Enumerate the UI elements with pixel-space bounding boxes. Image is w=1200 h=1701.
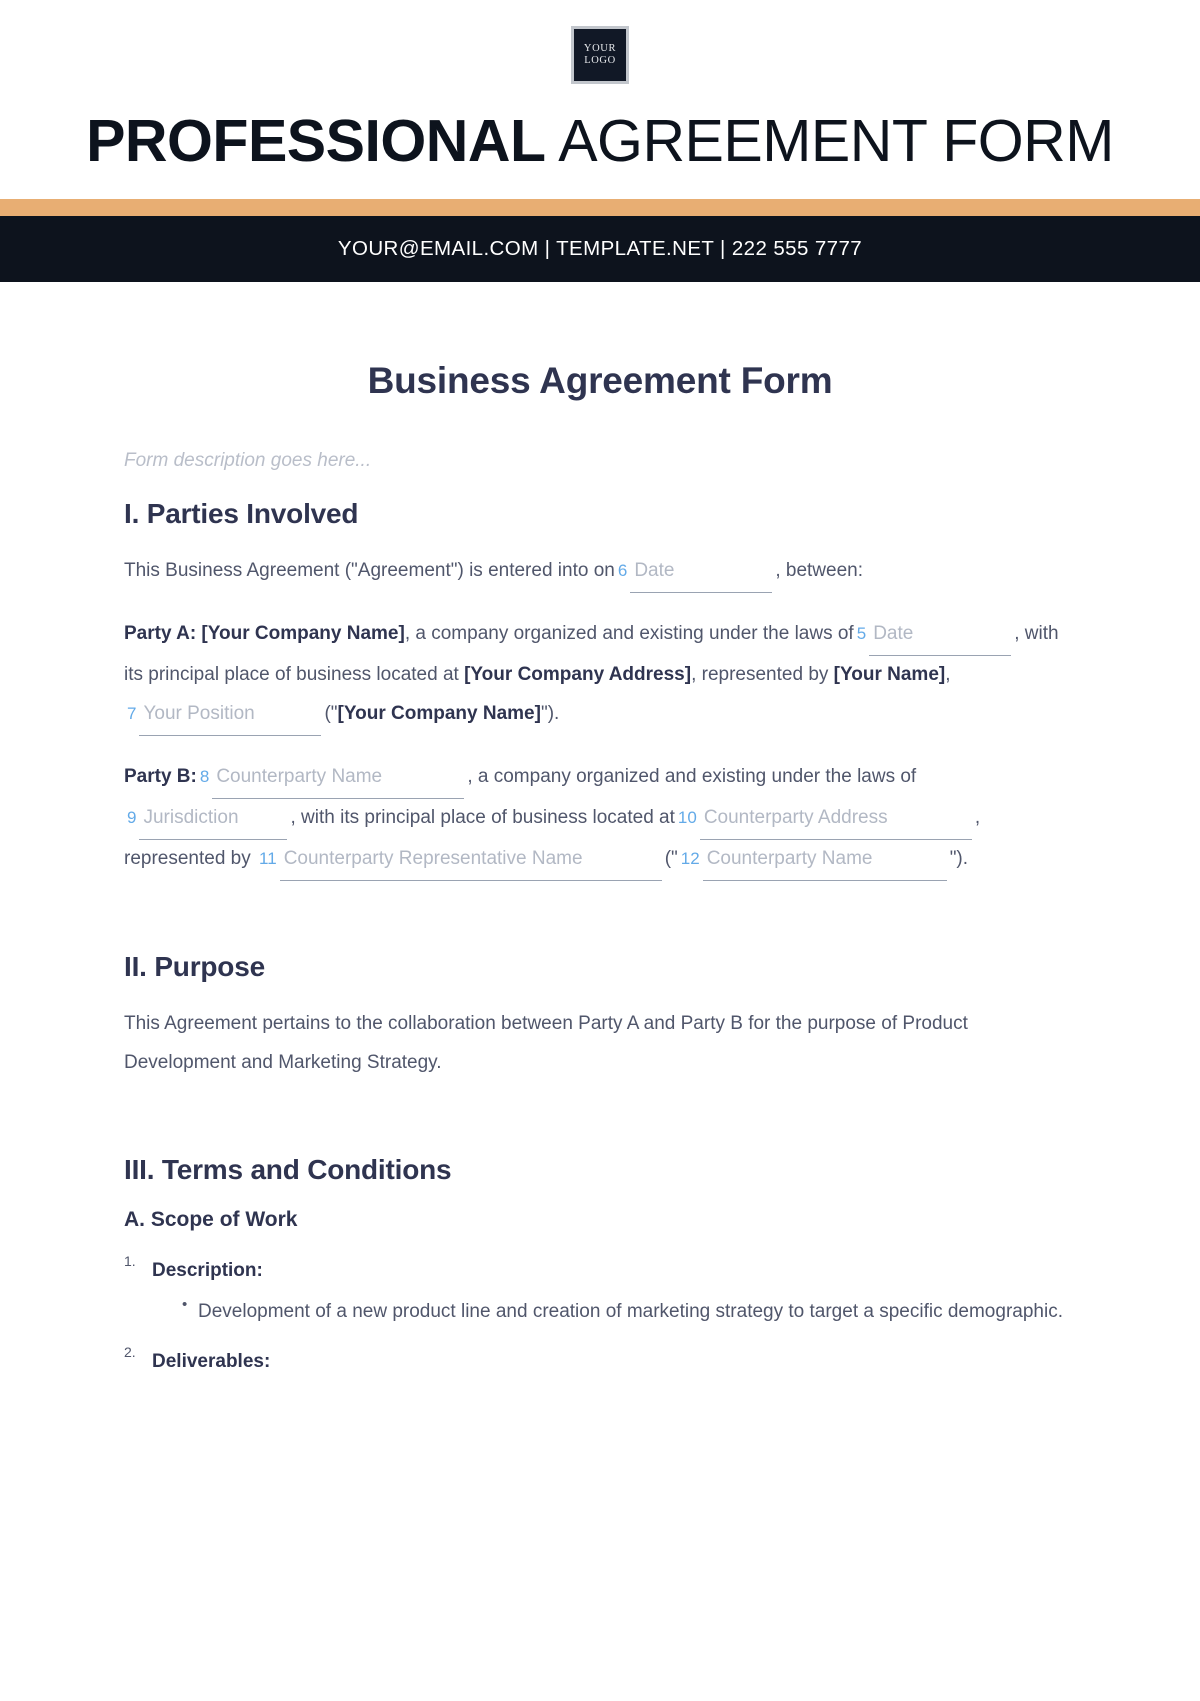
field-input-jurisdiction-9[interactable]: Jurisdiction [139, 799, 288, 840]
field-input-counterparty-address-10[interactable]: Counterparty Address [699, 799, 972, 840]
logo-text-line-1: YOUR [583, 42, 617, 54]
party-b-label: Party B: [124, 765, 197, 787]
accent-divider-bar [0, 199, 1200, 216]
scope-of-work-list: 1. Description: Development of a new pro… [124, 1252, 1076, 1380]
your-logo-placeholder[interactable]: YOUR LOGO [571, 26, 629, 84]
field-number-8: 8 [199, 766, 210, 786]
logo-text-line-2: LOGO [584, 55, 616, 66]
parties-intro-text-before: This Business Agreement ("Agreement") is… [124, 560, 615, 581]
field-number-7: 7 [127, 703, 137, 723]
list-item: 1. Description: Development of a new pro… [124, 1252, 1076, 1331]
document-body: Business Agreement Form Form description… [0, 360, 1200, 1421]
brand-title: PROFESSIONAL AGREEMENT FORM [0, 112, 1200, 171]
list-item-label: Description: [152, 1260, 263, 1282]
field-counterparty-representative-name-11[interactable]: 11 Counterparty Representative Name [259, 840, 662, 881]
field-input-date-5[interactable]: Date [869, 615, 1012, 656]
field-date-6[interactable]: 6 Date [617, 552, 773, 593]
party-a-label: Party A: [Your Company Name] [124, 622, 405, 644]
brand-title-regular: AGREEMENT FORM [545, 108, 1114, 174]
party-a-your-name: [Your Name] [833, 663, 946, 685]
field-input-counterparty-representative-name-11[interactable]: Counterparty Representative Name [279, 840, 662, 881]
field-counterparty-address-10[interactable]: 10 Counterparty Address [678, 799, 972, 840]
party-b-text-4: (" [664, 847, 678, 869]
party-a-text-1: , a company organized and existing under… [404, 622, 854, 644]
list-item-marker: 1. [124, 1253, 136, 1270]
party-b-text-5: "). [949, 847, 969, 869]
letterhead: YOUR LOGO PROFESSIONAL AGREEMENT FORM YO… [0, 0, 1200, 282]
party-b-text-1: , a company organized and existing under… [467, 765, 917, 787]
field-jurisdiction-9[interactable]: 9 Jurisdiction [127, 799, 288, 840]
party-b-text-2: , with its principal place of business l… [290, 806, 675, 828]
party-a-text-4: , [945, 663, 951, 685]
party-a-text-5: (" [324, 702, 338, 724]
field-input-counterparty-name-12[interactable]: Counterparty Name [702, 840, 947, 881]
list-item-label: Deliverables: [152, 1351, 271, 1373]
field-number-9: 9 [127, 807, 137, 827]
field-date-5[interactable]: 5 Date [856, 615, 1012, 656]
field-input-date-6[interactable]: Date [630, 552, 773, 593]
parties-intro-text-after: , between: [775, 560, 863, 581]
field-number-10: 10 [677, 807, 697, 827]
section-heading-terms-and-conditions: III. Terms and Conditions [124, 1154, 452, 1186]
field-number-6: 6 [617, 561, 628, 580]
form-description: Form description goes here... [124, 450, 372, 471]
field-number-5: 5 [856, 623, 867, 643]
party-a-text-3: , represented by [691, 663, 829, 685]
field-input-your-position-7[interactable]: Your Position [139, 695, 322, 736]
subsection-heading-scope-of-work: A. Scope of Work [124, 1208, 298, 1232]
field-input-counterparty-name-8[interactable]: Counterparty Name [212, 758, 465, 799]
party-a-company-address: [Your Company Address] [464, 663, 692, 685]
bullet-item: Development of a new product line and cr… [182, 1290, 1076, 1331]
party-a-paragraph: Party A: [Your Company Name], a company … [124, 615, 1076, 736]
party-b-paragraph: Party B: 8 Counterparty Name, a company or… [124, 758, 1076, 881]
field-number-12: 12 [680, 848, 700, 868]
list-item: 2. Deliverables: [124, 1343, 1076, 1380]
brand-title-bold: PROFESSIONAL [86, 108, 546, 174]
section-heading-parties-involved: I. Parties Involved [124, 498, 359, 529]
parties-intro-paragraph: This Business Agreement ("Agreement") is… [124, 552, 1076, 593]
list-item-marker: 2. [124, 1344, 136, 1361]
list-item-bullets: Development of a new product line and cr… [152, 1290, 1076, 1331]
purpose-paragraph: This Agreement pertains to the collabora… [124, 1012, 968, 1073]
logo-wrapper: YOUR LOGO [0, 26, 1200, 84]
contact-bar: YOUR@EMAIL.COM | TEMPLATE.NET | 222 555 … [0, 216, 1200, 282]
party-a-company-name: [Your Company Name] [337, 702, 541, 724]
contact-info-text: YOUR@EMAIL.COM | TEMPLATE.NET | 222 555 … [337, 237, 863, 260]
field-counterparty-name-12[interactable]: 12 Counterparty Name [681, 840, 947, 881]
page-title: Business Agreement Form [367, 360, 833, 401]
field-counterparty-name-8[interactable]: 8 Counterparty Name [199, 758, 465, 799]
party-a-text-6: "). [540, 702, 560, 724]
field-number-11: 11 [259, 848, 277, 868]
field-your-position-7[interactable]: 7 Your Position [127, 695, 322, 736]
section-heading-purpose: II. Purpose [124, 950, 265, 982]
